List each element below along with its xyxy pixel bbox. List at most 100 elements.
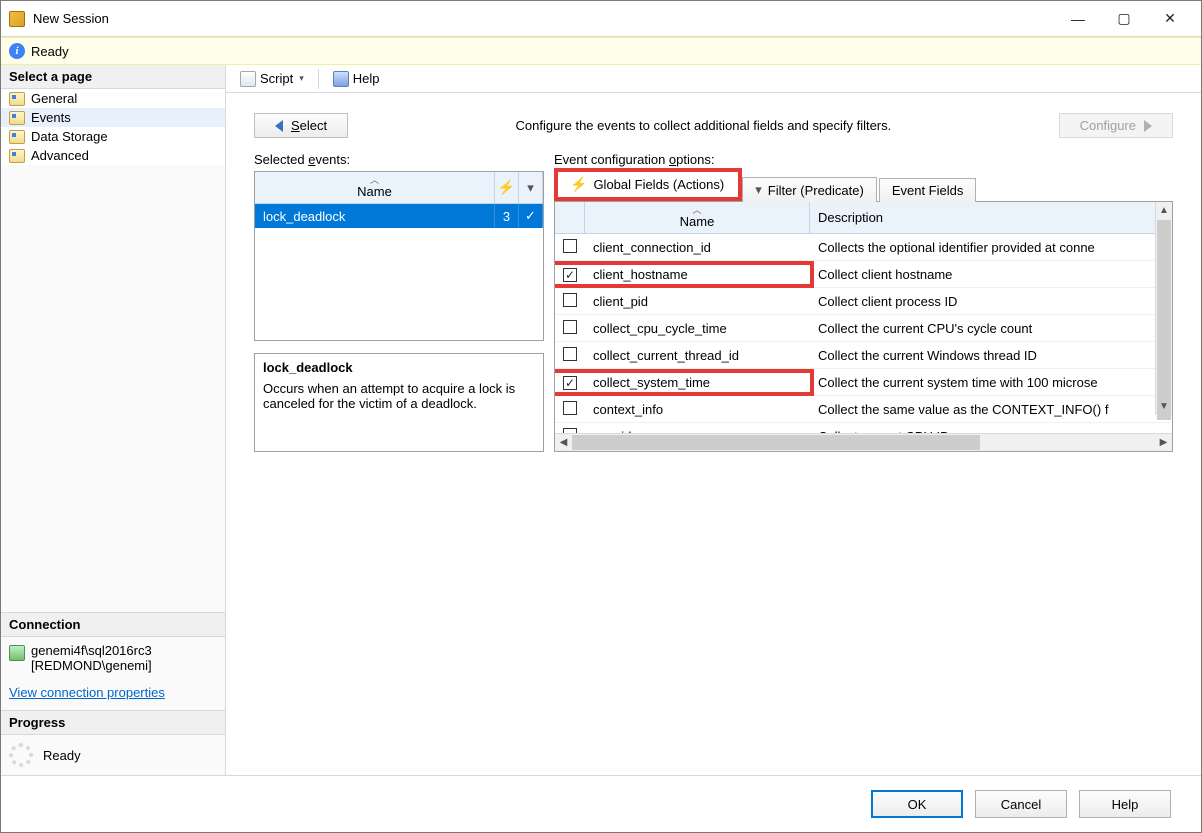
field-checkbox[interactable]: ✓ xyxy=(563,268,577,282)
server-icon xyxy=(9,645,25,661)
field-row[interactable]: cpu_idCollect current CPU ID xyxy=(555,423,1172,433)
new-session-dialog: New Session — ▢ ✕ i Ready Select a page … xyxy=(0,0,1202,833)
app-icon xyxy=(9,11,25,27)
field-name: client_pid xyxy=(593,294,648,309)
highlight-global-fields-tab: ⚡Global Fields (Actions) xyxy=(554,168,742,201)
scroll-down-icon[interactable]: ▼ xyxy=(1156,398,1172,415)
field-row[interactable]: context_infoCollect the same value as th… xyxy=(555,396,1172,423)
col-header-description[interactable]: Description xyxy=(810,202,1172,234)
field-checkbox[interactable] xyxy=(563,320,577,334)
status-bar: i Ready xyxy=(1,37,1201,65)
selected-event-row[interactable]: lock_deadlock 3 ✓ xyxy=(255,204,543,228)
connection-header: Connection xyxy=(1,613,225,637)
configure-mode-button[interactable]: Configure xyxy=(1059,113,1173,138)
field-description: Collect client process ID xyxy=(810,292,1172,311)
window-title: New Session xyxy=(33,11,1055,26)
spinner-icon xyxy=(9,743,33,767)
field-row[interactable]: client_connection_id Collects the optiona… xyxy=(555,234,1172,261)
arrow-right-icon xyxy=(1144,120,1152,132)
field-name: collect_cpu_cycle_time xyxy=(593,321,727,336)
configure-caption: Configure the events to collect addition… xyxy=(364,118,1042,133)
lightning-icon: ⚡ xyxy=(570,176,587,193)
help-toolbar-button[interactable]: Help xyxy=(327,69,386,89)
field-name: context_info xyxy=(593,402,663,417)
page-item-data-storage[interactable]: Data Storage xyxy=(1,127,225,146)
field-checkbox[interactable]: ✓ xyxy=(563,376,577,390)
col-header-filter[interactable]: ▾ xyxy=(519,172,543,204)
scroll-thumb[interactable] xyxy=(1157,220,1171,420)
field-checkbox[interactable] xyxy=(563,428,577,433)
field-row[interactable]: collect_current_thread_idCollect the cur… xyxy=(555,342,1172,369)
scroll-thumb[interactable] xyxy=(572,435,980,450)
left-pane: Select a page General Events Data Storag… xyxy=(1,65,226,775)
lightning-icon: ⚡ xyxy=(498,179,515,196)
connection-info: genemi4f\sql2016rc3[REDMOND\genemi] xyxy=(1,637,225,679)
minimize-button[interactable]: — xyxy=(1055,4,1101,34)
scroll-left-icon[interactable]: ◀ xyxy=(555,437,572,448)
field-row[interactable]: collect_cpu_cycle_time Collect the curren… xyxy=(555,315,1172,342)
tab-filter-predicate[interactable]: ▾Filter (Predicate) xyxy=(742,177,877,202)
sort-indicator-icon: ︿ xyxy=(593,206,801,214)
tab-event-fields[interactable]: Event Fields xyxy=(879,178,977,202)
ok-button[interactable]: OK xyxy=(871,790,963,818)
field-checkbox[interactable] xyxy=(563,401,577,415)
help-icon xyxy=(333,71,349,87)
scroll-right-icon[interactable]: ▶ xyxy=(1155,437,1172,448)
field-description: Collects the optional identifier provide… xyxy=(810,238,1172,257)
field-description: Collect the current CPU's cycle count xyxy=(810,319,1172,338)
field-name: client_hostname xyxy=(593,267,688,282)
progress-header: Progress xyxy=(1,711,225,735)
arrow-left-icon xyxy=(275,120,283,132)
field-checkbox[interactable] xyxy=(563,347,577,361)
vertical-scrollbar[interactable]: ▲ ▼ xyxy=(1155,202,1172,415)
config-tabs: ⚡Global Fields (Actions) ▾Filter (Predic… xyxy=(554,171,1173,201)
page-icon xyxy=(9,149,25,163)
info-icon: i xyxy=(9,43,25,59)
status-text: Ready xyxy=(31,44,69,59)
tab-global-fields[interactable]: ⚡Global Fields (Actions) xyxy=(558,172,736,197)
field-description: Collect client hostname xyxy=(810,265,1172,284)
selected-events-column: Selected events: ︿ Name ⚡ ▾ lock_deadloc… xyxy=(254,148,544,452)
col-header-actions[interactable]: ⚡ xyxy=(495,172,519,204)
field-checkbox[interactable] xyxy=(563,239,577,253)
field-checkbox[interactable] xyxy=(563,293,577,307)
funnel-icon: ▾ xyxy=(527,180,534,196)
titlebar: New Session — ▢ ✕ xyxy=(1,1,1201,37)
page-icon xyxy=(9,130,25,144)
description-body: Occurs when an attempt to acquire a lock… xyxy=(263,381,515,411)
page-icon xyxy=(9,111,25,125)
page-list: General Events Data Storage Advanced xyxy=(1,89,225,165)
maximize-button[interactable]: ▢ xyxy=(1101,4,1147,34)
close-button[interactable]: ✕ xyxy=(1147,4,1193,34)
progress-status: Ready xyxy=(43,748,81,763)
select-page-header: Select a page xyxy=(1,65,225,89)
right-pane: Script Help Select Configure the events … xyxy=(226,65,1201,775)
progress-row: Ready xyxy=(1,735,225,775)
field-row[interactable]: client_pid Collect client process ID xyxy=(555,288,1172,315)
configure-row: Select Configure the events to collect a… xyxy=(226,93,1201,148)
help-button[interactable]: Help xyxy=(1079,790,1171,818)
page-icon xyxy=(9,92,25,106)
script-button[interactable]: Script xyxy=(234,69,310,89)
field-row[interactable]: ✓ client_hostname Collect client hostname xyxy=(555,261,1172,288)
field-description: Collect the current system time with 100… xyxy=(810,373,1172,392)
view-connection-properties-link[interactable]: View connection properties xyxy=(1,679,225,710)
page-item-general[interactable]: General xyxy=(1,89,225,108)
event-config-column: Event configuration options: ⚡Global Fie… xyxy=(554,148,1173,452)
field-name: collect_system_time xyxy=(593,375,710,390)
selected-events-grid[interactable]: ︿ Name ⚡ ▾ lock_deadlock 3 ✓ xyxy=(254,171,544,341)
scroll-up-icon[interactable]: ▲ xyxy=(1156,202,1172,219)
field-row[interactable]: ✓ collect_system_time Collect the current … xyxy=(555,369,1172,396)
page-item-events[interactable]: Events xyxy=(1,108,225,127)
page-item-advanced[interactable]: Advanced xyxy=(1,146,225,165)
col-header-name[interactable]: ︿ Name xyxy=(255,172,495,204)
field-description: Collect the current Windows thread ID xyxy=(810,346,1172,365)
cancel-button[interactable]: Cancel xyxy=(975,790,1067,818)
event-description-box: lock_deadlock Occurs when an attempt to … xyxy=(254,353,544,452)
description-title: lock_deadlock xyxy=(263,360,535,375)
horizontal-scrollbar[interactable]: ◀ ▶ xyxy=(555,433,1172,451)
field-name: client_connection_id xyxy=(593,240,711,255)
col-header-check[interactable] xyxy=(555,202,585,234)
select-mode-button[interactable]: Select xyxy=(254,113,348,138)
col-header-name[interactable]: ︿ Name xyxy=(585,202,810,234)
